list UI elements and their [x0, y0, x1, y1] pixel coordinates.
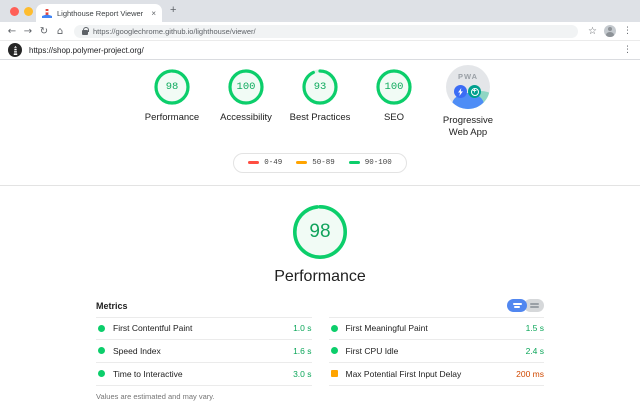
- metric-name: First CPU Idle: [345, 345, 399, 356]
- minimize-window-button[interactable]: [24, 7, 33, 16]
- gauge-label: Best Practices: [289, 112, 351, 123]
- metric-name: First Contentful Paint: [113, 323, 193, 334]
- category-title: Performance: [274, 267, 366, 285]
- lighthouse-viewer-bar: https://shop.polymer-project.org/ ⋮: [0, 40, 640, 60]
- profile-avatar[interactable]: [604, 25, 616, 37]
- pwa-badge-icon: PWA +: [446, 65, 490, 109]
- home-icon[interactable]: ⌂: [52, 26, 68, 37]
- category-score: 98: [309, 220, 331, 242]
- metric-value: 1.5 s: [525, 323, 544, 334]
- metric-row-max-potential-fid: Max Potential First Input Delay 200 ms: [328, 363, 544, 386]
- category-gauge: 98: [291, 203, 349, 261]
- report-page-url: https://shop.polymer-project.org/: [29, 45, 144, 55]
- gauge-label: SEO: [383, 112, 405, 123]
- pass-dot-icon: [98, 370, 105, 378]
- back-icon[interactable]: ←: [4, 26, 20, 37]
- browser-menu-icon[interactable]: ⋮: [623, 26, 632, 36]
- metric-row-first-cpu-idle: First CPU Idle 2.4 s: [328, 340, 544, 363]
- new-tab-button[interactable]: +: [170, 4, 176, 16]
- pwa-installable-icon: +: [468, 85, 481, 98]
- gauge-score: 93: [313, 81, 327, 93]
- tab-strip: Lighthouse Report Viewer × +: [0, 0, 640, 22]
- score-legend: 0-49 50-89 90-100: [233, 152, 407, 173]
- metric-row-first-meaningful-paint: First Meaningful Paint 1.5 s: [328, 316, 544, 340]
- legend-item-average: 50-89: [296, 159, 335, 167]
- metrics-left-column: First Contentful Paint 1.0 s Speed Index…: [96, 316, 312, 386]
- pwa-badge-text: PWA: [457, 72, 479, 81]
- metrics-title: Metrics: [96, 300, 128, 311]
- scores-summary-row: 98 Performance 100 Accessibility 93 Best…: [0, 65, 640, 140]
- address-url: https://googlechrome.github.io/lighthous…: [93, 26, 256, 36]
- report-content: 98 Performance 100 Accessibility 93 Best…: [0, 60, 640, 401]
- pwa-fast-reliable-icon: [454, 85, 467, 98]
- forward-icon[interactable]: →: [20, 26, 36, 37]
- gauge-best-practices[interactable]: 93 Best Practices: [283, 68, 357, 124]
- metric-row-first-contentful-paint: First Contentful Paint 1.0 s: [96, 316, 312, 340]
- close-tab-icon[interactable]: ×: [151, 9, 156, 18]
- metric-value: 1.0 s: [293, 323, 312, 334]
- tab-title: Lighthouse Report Viewer: [57, 8, 144, 18]
- gauge-label: Accessibility: [220, 112, 272, 123]
- gauge-score: 98: [165, 81, 179, 93]
- pass-dot-icon: [98, 324, 105, 332]
- metrics-section: Metrics First Contentful Paint 1.0 s Spe…: [96, 297, 544, 401]
- section-divider: [0, 184, 640, 186]
- gauge-score: 100: [384, 81, 404, 93]
- lock-icon: [82, 26, 89, 35]
- lighthouse-favicon: [42, 8, 52, 18]
- metric-row-speed-index: Speed Index 1.6 s: [96, 340, 312, 363]
- metrics-right-column: First Meaningful Paint 1.5 s First CPU I…: [328, 316, 544, 386]
- average-square-icon: [330, 370, 338, 378]
- list-view-toggle-button[interactable]: [524, 299, 544, 313]
- dense-view-toggle-button[interactable]: [507, 299, 527, 313]
- pass-dash-icon: [348, 160, 360, 165]
- metric-row-time-to-interactive: Time to Interactive 3.0 s: [96, 363, 312, 386]
- pass-dot-icon: [98, 347, 105, 355]
- metric-name: Max Potential First Input Delay: [345, 368, 462, 379]
- metric-value: 200 ms: [516, 368, 544, 379]
- pwa-label: Progressive Web App: [442, 115, 494, 139]
- browser-navbar: ← → ↻ ⌂ https://googlechrome.github.io/l…: [0, 22, 640, 40]
- metric-name: Time to Interactive: [113, 368, 183, 379]
- metric-name: Speed Index: [113, 345, 161, 356]
- bookmark-star-icon[interactable]: ☆: [588, 26, 597, 37]
- pwa-badge-item[interactable]: PWA + Progressive Web App: [431, 65, 505, 140]
- browser-tab[interactable]: Lighthouse Report Viewer ×: [36, 4, 162, 22]
- metric-name: First Meaningful Paint: [345, 323, 428, 334]
- gauge-score: 100: [236, 81, 256, 93]
- gauge-label: Performance: [144, 112, 200, 123]
- legend-item-fail: 0-49: [248, 159, 282, 167]
- gauge-performance[interactable]: 98 Performance: [135, 68, 209, 124]
- viewer-menu-icon[interactable]: ⋮: [623, 45, 632, 55]
- metric-value: 2.4 s: [525, 345, 544, 356]
- address-bar[interactable]: https://googlechrome.github.io/lighthous…: [74, 24, 579, 38]
- refresh-icon[interactable]: ↻: [36, 26, 52, 37]
- pass-dot-icon: [330, 347, 338, 355]
- metric-value: 3.0 s: [293, 368, 312, 379]
- legend-item-pass: 90-100: [348, 159, 392, 167]
- close-window-button[interactable]: [10, 7, 19, 16]
- fail-dash-icon: [248, 160, 260, 165]
- metric-value: 1.6 s: [293, 345, 312, 356]
- lighthouse-logo-icon: [8, 43, 22, 57]
- gauge-seo[interactable]: 100 SEO: [357, 68, 431, 124]
- pass-dot-icon: [330, 324, 338, 332]
- metrics-footnote: Values are estimated and may vary.: [96, 391, 215, 401]
- browser-window: Lighthouse Report Viewer × + ← → ↻ ⌂ htt…: [0, 0, 640, 401]
- average-dash-icon: [296, 160, 308, 165]
- gauge-accessibility[interactable]: 100 Accessibility: [209, 68, 283, 124]
- metrics-view-toggle: [507, 299, 544, 313]
